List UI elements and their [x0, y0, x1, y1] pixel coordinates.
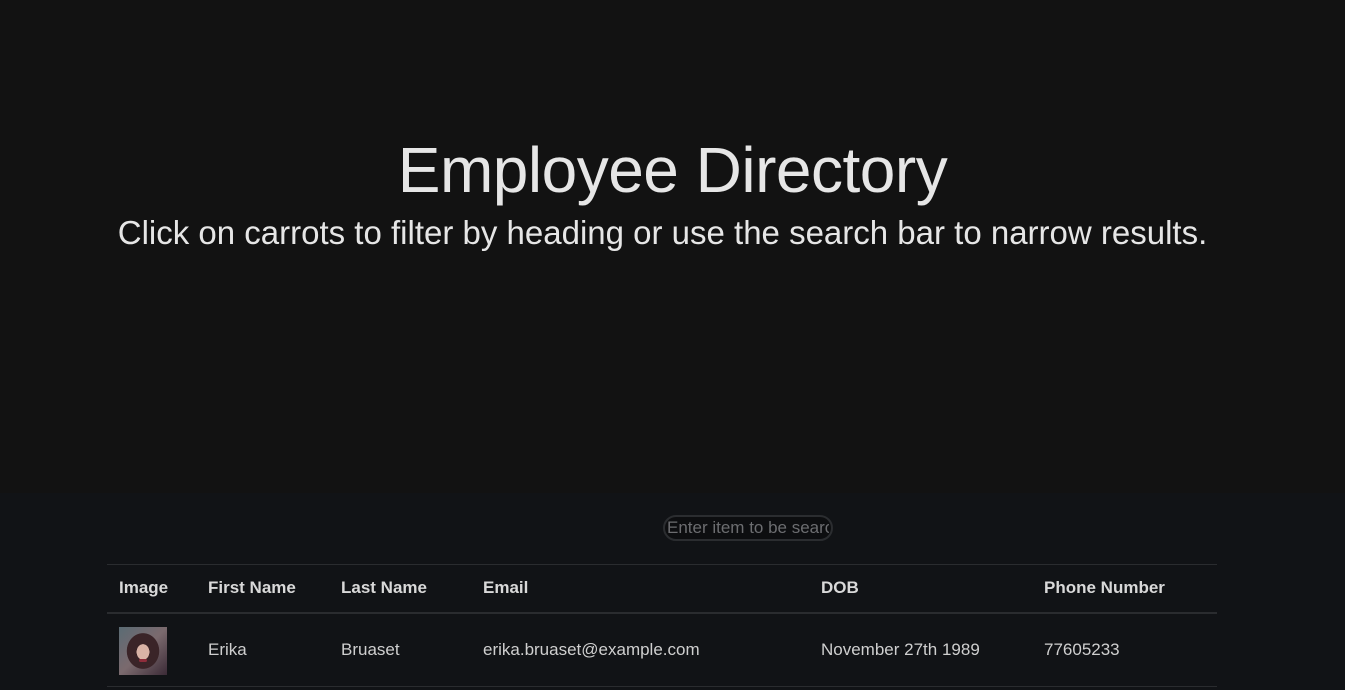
avatar — [119, 626, 167, 675]
column-header-first-name[interactable]: First Name — [196, 565, 329, 613]
column-header-image[interactable]: Image — [107, 565, 196, 613]
cell-first-name: Erika — [208, 639, 247, 659]
cell-phone: 77605233 — [1044, 639, 1120, 659]
column-header-dob[interactable]: DOB — [809, 565, 1032, 613]
cell-email: erika.bruaset@example.com — [483, 639, 700, 659]
column-header-last-name[interactable]: Last Name — [329, 565, 471, 613]
column-header-email[interactable]: Email — [471, 565, 809, 613]
column-header-phone-number[interactable]: Phone Number — [1032, 565, 1217, 613]
cell-last-name: Bruaset — [341, 639, 400, 659]
search-input[interactable] — [663, 515, 833, 541]
page-title: Employee Directory — [397, 134, 948, 206]
page-subtitle: Click on carrots to filter by heading or… — [117, 214, 1208, 251]
table-row: Erika Bruaset erika.bruaset@example.com … — [107, 613, 1217, 687]
table-header-row: Image First Name Last Name Email DOB Pho… — [107, 564, 1217, 613]
hero-banner: Employee Directory Click on carrots to f… — [0, 0, 1345, 493]
cell-image — [107, 613, 196, 687]
cell-dob: November 27th 1989 — [821, 639, 980, 659]
directory-section: Image First Name Last Name Email DOB Pho… — [0, 493, 1345, 690]
employee-table: Image First Name Last Name Email DOB Pho… — [107, 564, 1217, 687]
